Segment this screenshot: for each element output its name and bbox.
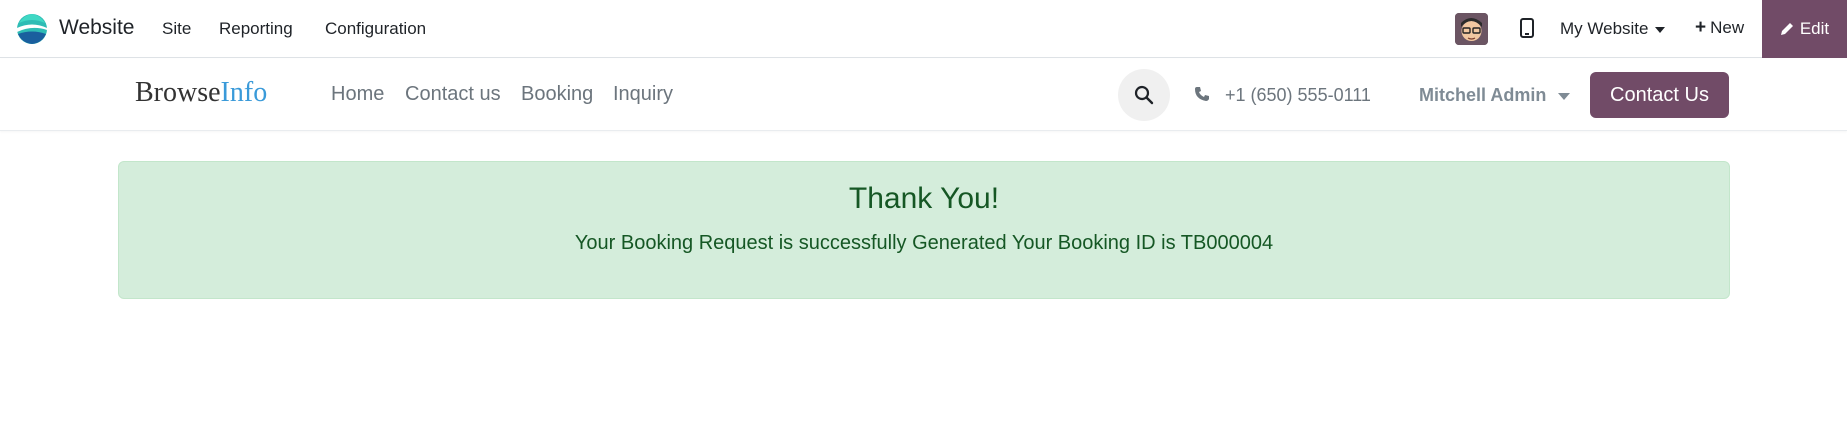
chevron-down-icon	[1558, 92, 1571, 100]
menu-item-site[interactable]: Site	[162, 19, 191, 39]
menu-item-reporting[interactable]: Reporting	[219, 19, 293, 39]
phone-icon	[1195, 87, 1209, 101]
brand-part-2: Info	[220, 77, 268, 108]
success-alert: Thank You! Your Booking Request is succe…	[118, 161, 1730, 299]
user-name: Mitchell Admin	[1419, 85, 1547, 105]
user-menu-dropdown[interactable]: Mitchell Admin	[1419, 85, 1571, 106]
new-button[interactable]: + New	[1695, 17, 1744, 39]
phone-number[interactable]: +1 (650) 555-0111	[1225, 85, 1371, 106]
my-website-label: My Website	[1560, 19, 1649, 38]
menu-item-configuration[interactable]: Configuration	[325, 19, 426, 39]
user-avatar[interactable]	[1455, 13, 1488, 45]
search-icon	[1134, 85, 1154, 105]
pencil-icon	[1780, 23, 1793, 35]
chevron-down-icon	[1654, 26, 1665, 33]
website-logo-icon[interactable]	[16, 13, 48, 45]
edit-label: Edit	[1799, 19, 1830, 38]
plus-icon: +	[1695, 17, 1707, 38]
nav-item-home[interactable]: Home	[331, 83, 384, 106]
brand-logo[interactable]: BrowseInfo	[135, 77, 267, 109]
edit-button[interactable]: Edit	[1762, 0, 1847, 58]
brand-part-1: Browse	[135, 77, 221, 108]
nav-item-contact-us[interactable]: Contact us	[405, 83, 501, 106]
new-label: New	[1710, 18, 1745, 37]
admin-navbar: Website Site Reporting Configuration My …	[0, 0, 1847, 58]
website-header: BrowseInfo Home Contact us Booking Inqui…	[0, 59, 1847, 131]
contact-us-button[interactable]: Contact Us	[1590, 72, 1729, 118]
my-website-dropdown[interactable]: My Website	[1560, 19, 1665, 39]
search-button[interactable]	[1118, 69, 1170, 121]
nav-item-inquiry[interactable]: Inquiry	[613, 83, 673, 106]
mobile-preview-icon[interactable]	[1520, 18, 1534, 38]
avatar-face-icon	[1455, 13, 1488, 45]
alert-title: Thank You!	[848, 182, 1000, 215]
alert-message: Your Booking Request is successfully Gen…	[574, 232, 1274, 254]
app-name[interactable]: Website	[59, 16, 134, 40]
nav-item-booking[interactable]: Booking	[521, 83, 593, 106]
